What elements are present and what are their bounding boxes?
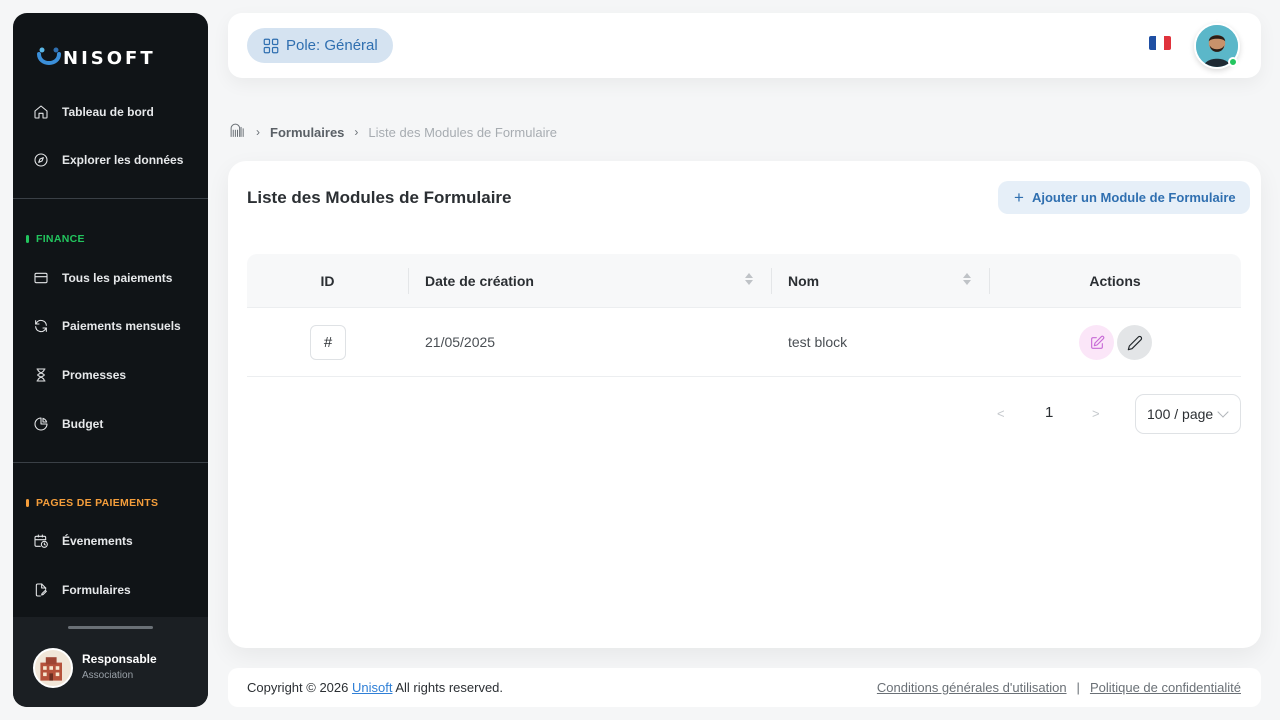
prev-page-button[interactable]: < bbox=[997, 406, 1005, 421]
table-header: ID Date de création Nom Actions bbox=[247, 254, 1241, 308]
sidebar-user-panel[interactable]: Responsable Association bbox=[13, 617, 208, 707]
copyright-prefix: Copyright © 2026 bbox=[247, 680, 349, 695]
add-form-module-button[interactable]: + Ajouter un Module de Formulaire bbox=[998, 181, 1250, 214]
copyright-suffix: All rights reserved. bbox=[395, 680, 504, 695]
chevron-right-icon: › bbox=[354, 125, 359, 139]
french-flag-icon[interactable] bbox=[1149, 36, 1171, 50]
company-link[interactable]: Unisoft bbox=[352, 680, 392, 695]
pagination: < 1 > 100 / page bbox=[988, 394, 1241, 434]
top-header: Pole: Général bbox=[228, 13, 1261, 78]
sidebar-item-label: Tableau de bord bbox=[62, 105, 154, 119]
page-number-1[interactable]: 1 bbox=[1045, 404, 1053, 421]
sidebar-item-all-payments[interactable]: Tous les paiements bbox=[13, 258, 208, 298]
column-header-actions: Actions bbox=[1089, 273, 1141, 289]
chevron-down-icon bbox=[1217, 406, 1229, 418]
refresh-icon bbox=[33, 318, 49, 334]
form-modules-card: Liste des Modules de Formulaire + Ajoute… bbox=[228, 161, 1261, 648]
credit-card-icon bbox=[33, 270, 49, 286]
user-role: Responsable bbox=[82, 652, 157, 666]
pie-chart-icon bbox=[33, 416, 49, 432]
plus-icon: + bbox=[1014, 188, 1024, 207]
column-divider bbox=[771, 268, 772, 294]
user-subtitle: Association bbox=[82, 670, 134, 681]
column-header-id: ID bbox=[320, 273, 335, 289]
unisoft-logo-icon bbox=[37, 47, 61, 65]
sidebar-item-label: Paiements mensuels bbox=[62, 319, 181, 333]
page-size-select[interactable]: 100 / page bbox=[1135, 394, 1241, 434]
privacy-link[interactable]: Politique de confidentialité bbox=[1090, 680, 1241, 695]
page-size-value: 100 / page bbox=[1147, 406, 1214, 422]
section-label: PAGES DE PAIEMENTS bbox=[36, 497, 159, 509]
compass-icon bbox=[33, 152, 49, 168]
terms-link[interactable]: Conditions générales d'utilisation bbox=[877, 680, 1067, 695]
pencil-icon bbox=[1127, 335, 1142, 350]
building-icon[interactable] bbox=[229, 122, 246, 142]
calendar-clock-icon bbox=[33, 533, 49, 549]
footer: Copyright © 2026 Unisoft All rights rese… bbox=[228, 668, 1261, 707]
pole-selector-button[interactable]: Pole: Général bbox=[247, 28, 393, 63]
section-title-payment-pages: PAGES DE PAIEMENTS bbox=[26, 497, 158, 509]
edit-square-icon bbox=[1090, 335, 1104, 349]
modules-table: ID Date de création Nom Actions # 21/05/… bbox=[247, 254, 1241, 377]
grid-icon bbox=[263, 38, 279, 53]
sidebar-item-label: Explorer les données bbox=[62, 153, 184, 167]
scroll-handle[interactable] bbox=[68, 626, 153, 629]
rename-button[interactable] bbox=[1117, 325, 1152, 360]
hourglass-icon bbox=[33, 367, 49, 383]
file-edit-icon bbox=[33, 582, 49, 598]
table-row: # 21/05/2025 test block bbox=[247, 308, 1241, 377]
section-marker bbox=[26, 499, 29, 507]
section-marker bbox=[26, 235, 29, 243]
sidebar-divider bbox=[13, 198, 208, 199]
column-header-date[interactable]: Date de création bbox=[425, 254, 534, 308]
sort-icon[interactable] bbox=[963, 273, 971, 285]
sidebar-item-budget[interactable]: Budget bbox=[13, 404, 208, 444]
edit-form-button[interactable] bbox=[1079, 325, 1114, 360]
sidebar-item-explore-data[interactable]: Explorer les données bbox=[13, 140, 208, 180]
sidebar-item-label: Promesses bbox=[62, 368, 127, 382]
footer-links: Conditions générales d'utilisation | Pol… bbox=[877, 680, 1241, 695]
chevron-right-icon: › bbox=[256, 125, 260, 139]
sidebar-item-events[interactable]: Évenements bbox=[13, 521, 208, 561]
sort-icon[interactable] bbox=[745, 273, 753, 285]
sidebar-item-label: Formulaires bbox=[62, 583, 131, 597]
column-header-name[interactable]: Nom bbox=[788, 254, 819, 308]
cell-date: 21/05/2025 bbox=[425, 334, 496, 350]
sidebar-item-label: Tous les paiements bbox=[62, 271, 173, 285]
sidebar-divider bbox=[13, 462, 208, 463]
sidebar-item-label: Budget bbox=[62, 417, 104, 431]
add-button-label: Ajouter un Module de Formulaire bbox=[1031, 190, 1236, 205]
sidebar-item-monthly-payments[interactable]: Paiements mensuels bbox=[13, 306, 208, 346]
id-hash-icon[interactable]: # bbox=[310, 325, 346, 360]
sidebar-item-label: Évenements bbox=[62, 534, 133, 548]
pole-label: Pole: Général bbox=[286, 37, 378, 54]
sidebar-item-dashboard[interactable]: Tableau de bord bbox=[13, 92, 208, 132]
column-divider bbox=[408, 268, 409, 294]
online-status-indicator bbox=[1228, 57, 1238, 67]
breadcrumb-link-forms[interactable]: Formulaires bbox=[270, 125, 344, 140]
next-page-button[interactable]: > bbox=[1092, 406, 1100, 421]
logo[interactable]: NISOFT bbox=[37, 46, 156, 70]
sidebar-item-forms[interactable]: Formulaires bbox=[13, 570, 208, 610]
section-label: FINANCE bbox=[36, 233, 85, 245]
page-title: Liste des Modules de Formulaire bbox=[247, 188, 512, 207]
avatar bbox=[33, 648, 73, 688]
sidebar: NISOFT Tableau de bord Explorer les donn… bbox=[13, 13, 208, 707]
section-title-finance: FINANCE bbox=[26, 233, 85, 245]
brand-name: NISOFT bbox=[63, 47, 156, 69]
footer-separator: | bbox=[1076, 680, 1080, 695]
copyright: Copyright © 2026 Unisoft All rights rese… bbox=[247, 680, 503, 695]
home-icon bbox=[33, 104, 49, 120]
breadcrumb: › Formulaires › Liste des Modules de For… bbox=[229, 122, 557, 142]
cell-name: test block bbox=[788, 334, 848, 350]
sidebar-item-promises[interactable]: Promesses bbox=[13, 355, 208, 395]
breadcrumb-current: Liste des Modules de Formulaire bbox=[368, 124, 558, 140]
